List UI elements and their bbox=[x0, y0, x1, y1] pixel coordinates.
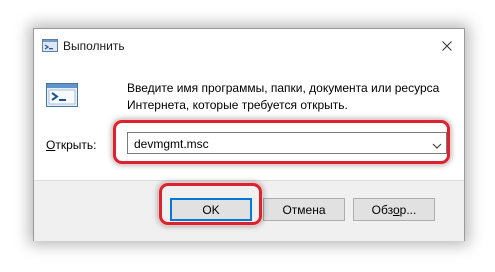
window-title: Выполнить bbox=[63, 39, 125, 53]
cancel-button[interactable]: Отмена bbox=[263, 198, 345, 221]
dialog-description: Введите имя программы, папки, документа … bbox=[127, 80, 457, 114]
description-line-2: Интернета, которые требуется открыть. bbox=[127, 98, 348, 112]
ok-button-label: OK bbox=[202, 202, 220, 217]
close-button[interactable] bbox=[436, 36, 458, 56]
run-icon bbox=[46, 83, 78, 107]
description-line-1: Введите имя программы, папки, документа … bbox=[127, 81, 440, 95]
browse-label-accelerator: о bbox=[392, 202, 400, 217]
open-combobox[interactable]: devmgmt.msc bbox=[127, 132, 447, 154]
browse-label-suffix: р... bbox=[399, 202, 417, 217]
open-label-accelerator: О bbox=[46, 138, 56, 152]
run-icon bbox=[42, 39, 58, 52]
browse-button[interactable]: Обзор... bbox=[353, 198, 435, 221]
browse-button-label: Обзор... bbox=[372, 203, 417, 217]
title-bar[interactable]: Выполнить bbox=[34, 29, 464, 63]
dialog-footer: OK Отмена Обзор... bbox=[34, 180, 464, 241]
ok-button[interactable]: OK bbox=[170, 198, 252, 221]
browse-label-prefix: Обз bbox=[371, 202, 393, 217]
open-label-text: ткрыть: bbox=[55, 138, 97, 152]
cancel-button-label: Отмена bbox=[282, 202, 326, 217]
open-label: Открыть: bbox=[46, 138, 96, 152]
open-input-value[interactable]: devmgmt.msc bbox=[134, 137, 209, 151]
close-icon bbox=[442, 41, 452, 51]
run-dialog-window: Выполнить Введите имя программы, папки, … bbox=[33, 28, 465, 241]
chevron-down-icon[interactable] bbox=[431, 138, 443, 149]
